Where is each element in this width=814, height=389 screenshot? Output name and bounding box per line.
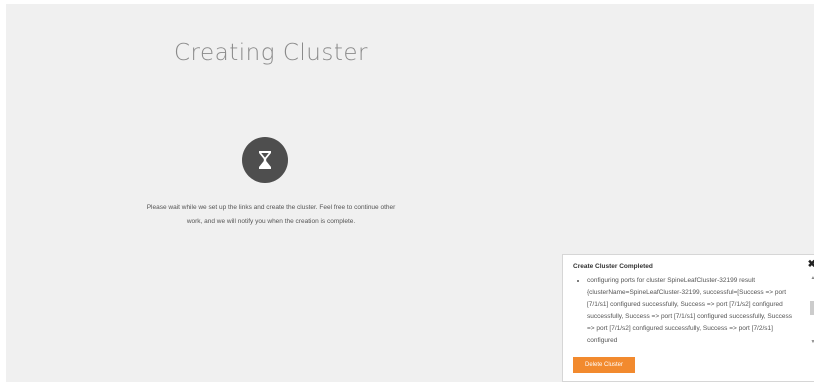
notification-panel: Create Cluster Completed ✖ configuring p…	[562, 254, 814, 382]
notification-list: configuring ports for cluster SpineLeafC…	[573, 275, 799, 345]
wait-message-line-2: work, and we will notify you when the cr…	[186, 218, 356, 225]
scroll-up-arrow[interactable]: ▲	[809, 275, 814, 281]
notification-body: configuring ports for cluster SpineLeafC…	[573, 275, 799, 345]
progress-spinner	[242, 137, 288, 183]
scrollbar-thumb[interactable]	[810, 301, 814, 315]
page-content: Creating Cluster Please wait while we se…	[6, 4, 814, 382]
notification-title: Create Cluster Completed	[573, 263, 653, 270]
delete-cluster-button[interactable]: Delete Cluster	[573, 357, 635, 373]
hourglass-icon	[259, 151, 271, 169]
wait-message: Please wait while we set up the links an…	[86, 201, 456, 229]
page-title: Creating Cluster	[174, 40, 368, 66]
notification-scrollbar[interactable]: ▲ ▼	[809, 275, 814, 345]
list-item: configuring ports for cluster SpineLeafC…	[587, 275, 799, 345]
scroll-down-arrow[interactable]: ▼	[809, 339, 814, 345]
close-icon[interactable]: ✖	[808, 260, 814, 270]
wait-message-line-1: Please wait while we set up the links an…	[146, 204, 396, 211]
